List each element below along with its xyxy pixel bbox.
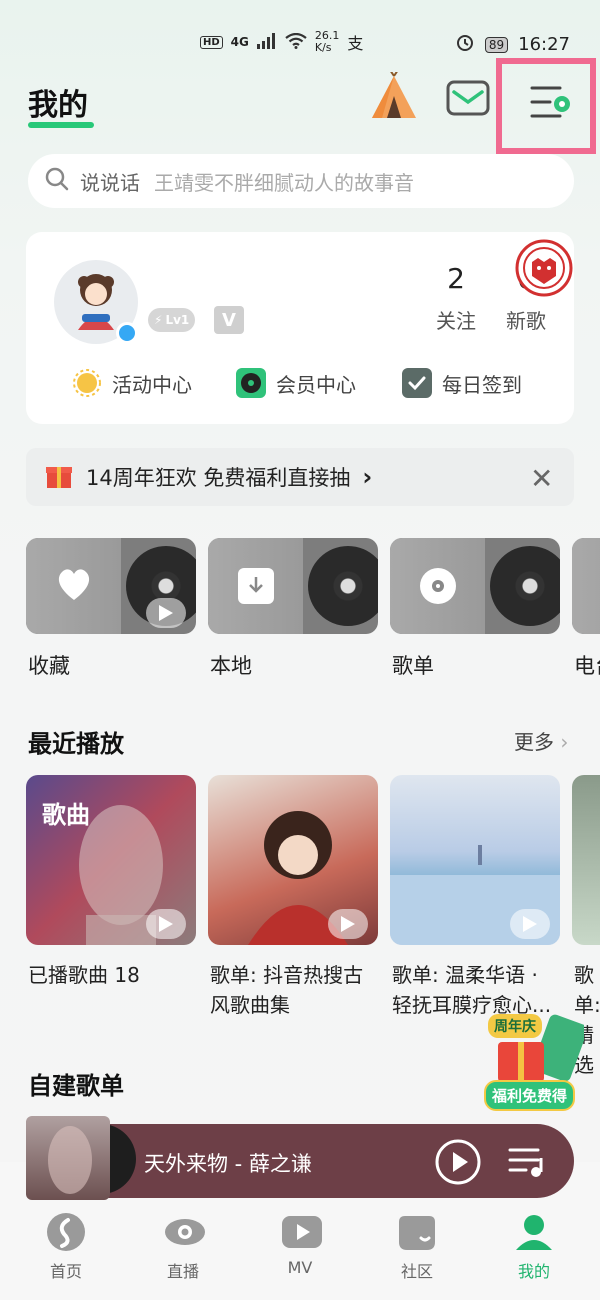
net-speed-unit: K/s [314, 41, 332, 54]
recent-cover-songs[interactable]: 歌曲 [26, 775, 196, 945]
disc-icon [418, 566, 458, 610]
eye-icon [163, 1212, 205, 1252]
vip-badge[interactable]: V [214, 306, 244, 334]
avatar-badge [116, 322, 138, 344]
alipay-indicator: 支 [347, 34, 364, 53]
promo-text: 14周年狂欢 免费福利直接抽 [86, 466, 351, 490]
promo-top-label: 周年庆 [488, 1014, 542, 1038]
recent-caption: 已播歌曲 18 [28, 963, 140, 987]
playlist-queue-icon[interactable] [508, 1144, 546, 1184]
calendar-check-icon [402, 368, 432, 398]
promo-arrow: › [362, 463, 373, 491]
daily-checkin-link[interactable]: 每日签到 [402, 368, 522, 398]
vinyl-icon [236, 368, 266, 398]
promo-bottom-label: 福利免费得 [484, 1080, 576, 1111]
tab-home-label: 首页 [49, 1262, 82, 1281]
search-placeholder: 王靖雯不胖细腻动人的故事音 [154, 170, 414, 195]
net-speed: 26.1 K/s [315, 30, 340, 54]
local-label: 本地 [210, 654, 252, 678]
play-icon[interactable] [328, 909, 368, 939]
more-label: 更多 [514, 730, 554, 754]
status-time: 16:27 [518, 34, 570, 55]
stat-following[interactable]: 2 关注 [426, 262, 486, 334]
hd-indicator: HD [200, 35, 223, 49]
gift-icon [44, 460, 74, 495]
local-tile[interactable] [208, 538, 378, 634]
tiger-year-icon[interactable] [514, 238, 574, 298]
recent-section-title: 最近播放 [28, 730, 124, 758]
tab-mine[interactable]: 我的 [474, 1212, 594, 1282]
recent-cover-gentle[interactable] [390, 775, 560, 945]
member-center-link[interactable]: 会员中心 [236, 368, 356, 398]
playlist-label: 歌单 [392, 654, 434, 678]
status-bar: HD 4G 26.1 K/s 支 89 16:27 [0, 28, 600, 62]
daily-checkin-label: 每日签到 [442, 372, 522, 397]
tab-mv[interactable]: MV [240, 1212, 360, 1277]
tab-mv-label: MV [287, 1258, 313, 1277]
heart-icon [54, 566, 94, 606]
new-songs-label: 新歌 [506, 309, 546, 333]
cover-overlay-text: 歌曲 [42, 801, 90, 829]
battery-indicator: 89 [484, 36, 509, 53]
home-note-icon [46, 1212, 86, 1252]
tab-community[interactable]: 社区 [357, 1212, 477, 1282]
player-song-title[interactable]: 天外来物 - 薛之谦 [144, 1148, 312, 1178]
favorites-tile[interactable] [26, 538, 196, 634]
activity-center-label: 活动中心 [112, 372, 192, 397]
favorites-label: 收藏 [28, 654, 70, 678]
anniversary-promo[interactable]: 周年庆 福利免费得 [484, 1010, 584, 1111]
video-icon [280, 1212, 322, 1252]
play-icon[interactable] [510, 909, 550, 939]
level-badge[interactable]: ⚡ Lv1 [148, 308, 196, 332]
activity-center-link[interactable]: 活动中心 [72, 368, 192, 398]
tent-icon[interactable] [368, 69, 420, 124]
title-underline [28, 122, 94, 128]
radio-label: 电台 [574, 654, 600, 678]
sun-icon [72, 368, 102, 398]
lightning-icon: ⚡ [154, 313, 163, 327]
user-icon [514, 1212, 554, 1252]
tab-community-label: 社区 [400, 1262, 433, 1281]
play-icon[interactable] [146, 598, 186, 628]
tab-mine-label: 我的 [517, 1262, 550, 1281]
mail-icon[interactable] [446, 80, 490, 116]
tab-home[interactable]: 首页 [6, 1212, 126, 1282]
level-label: Lv1 [165, 313, 190, 327]
recent-cover-ancient[interactable] [208, 775, 378, 945]
following-count: 2 [447, 262, 465, 295]
recent-cover-select[interactable] [572, 775, 600, 945]
alarm-icon [455, 32, 475, 57]
chevron-right-icon: › [560, 730, 569, 754]
radio-tile[interactable] [572, 538, 600, 634]
playlist-tile[interactable] [390, 538, 560, 634]
search-label: 说说话 [80, 170, 140, 195]
member-center-label: 会员中心 [276, 372, 356, 397]
play-button[interactable] [434, 1138, 482, 1190]
promo-banner[interactable]: 14周年狂欢 免费福利直接抽 › [26, 448, 574, 506]
settings-menu-icon[interactable] [530, 82, 572, 122]
signal-icon [256, 32, 277, 52]
tab-live[interactable]: 直播 [123, 1212, 243, 1282]
play-icon[interactable] [146, 909, 186, 939]
search-icon [44, 166, 70, 196]
wifi-icon [285, 32, 307, 52]
page-title: 我的 [28, 88, 88, 123]
following-label: 关注 [436, 309, 476, 333]
download-icon [238, 568, 274, 604]
tab-live-label: 直播 [166, 1262, 199, 1281]
recent-caption: 歌单: 抖音热搜古风歌曲集 [210, 963, 364, 1017]
promo-close-button[interactable]: ✕ [530, 462, 553, 495]
network-type: 4G [230, 35, 249, 49]
recent-more-link[interactable]: 更多 › [514, 726, 568, 755]
vinyl-disc [490, 546, 560, 626]
player-cover-art[interactable] [26, 1116, 110, 1200]
my-playlists-title: 自建歌单 [28, 1072, 124, 1100]
vinyl-disc [308, 546, 378, 626]
community-icon [397, 1212, 437, 1252]
tile-sleeve [572, 538, 600, 634]
search-bar[interactable]: 说说话 王靖雯不胖细腻动人的故事音 [28, 154, 574, 208]
